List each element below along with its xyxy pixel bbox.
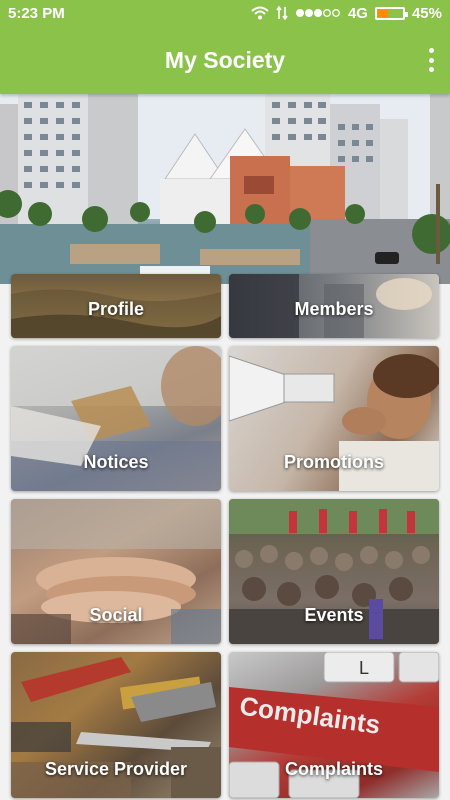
tile-notices-label: Notices <box>83 452 149 472</box>
menu-dot <box>428 67 434 72</box>
network-type: 4G <box>347 4 368 22</box>
tile-social-label: Social <box>89 605 143 625</box>
tile-members-label: Members <box>294 299 374 319</box>
tile-promotions[interactable]: Promotions <box>229 346 439 491</box>
tile-events-label: Events <box>304 605 364 625</box>
tile-complaints[interactable]: L Complaints Complaints <box>229 652 439 798</box>
tile-profile[interactable]: Profile <box>11 274 221 338</box>
app-title: My Society <box>164 46 286 73</box>
status-time: 5:23 PM <box>8 4 65 22</box>
battery-icon <box>374 6 408 20</box>
app-bar: My Society <box>0 26 450 94</box>
tile-profile-label: Profile <box>87 299 144 319</box>
tile-members[interactable]: Members <box>229 274 439 338</box>
banner-illustration <box>0 94 450 284</box>
society-banner-image <box>0 94 450 284</box>
tile-service-provider-label: Service Provider <box>44 759 188 779</box>
overflow-menu-button[interactable] <box>426 48 436 72</box>
tile-promotions-label: Promotions <box>283 452 384 472</box>
tile-complaints-label: Complaints <box>284 759 383 779</box>
tile-social[interactable]: Social <box>11 499 221 644</box>
status-icons: 4G 45% <box>251 5 442 22</box>
data-transfer-icon <box>276 6 288 20</box>
tile-notices[interactable]: Notices <box>11 346 221 491</box>
svg-text:L: L <box>359 658 369 678</box>
feature-grid: Profile Members Notices Promotions Socia… <box>0 274 450 800</box>
battery-fill <box>377 9 388 17</box>
menu-dot <box>428 57 434 63</box>
signal-dots-icon <box>295 9 340 17</box>
tile-events[interactable]: Events <box>229 499 439 644</box>
wifi-icon <box>251 6 269 20</box>
status-bar: 5:23 PM 4G 45% <box>0 0 450 26</box>
menu-dot <box>428 48 434 53</box>
battery-percent: 45% <box>411 4 442 22</box>
tile-service-provider[interactable]: Service Provider <box>11 652 221 798</box>
